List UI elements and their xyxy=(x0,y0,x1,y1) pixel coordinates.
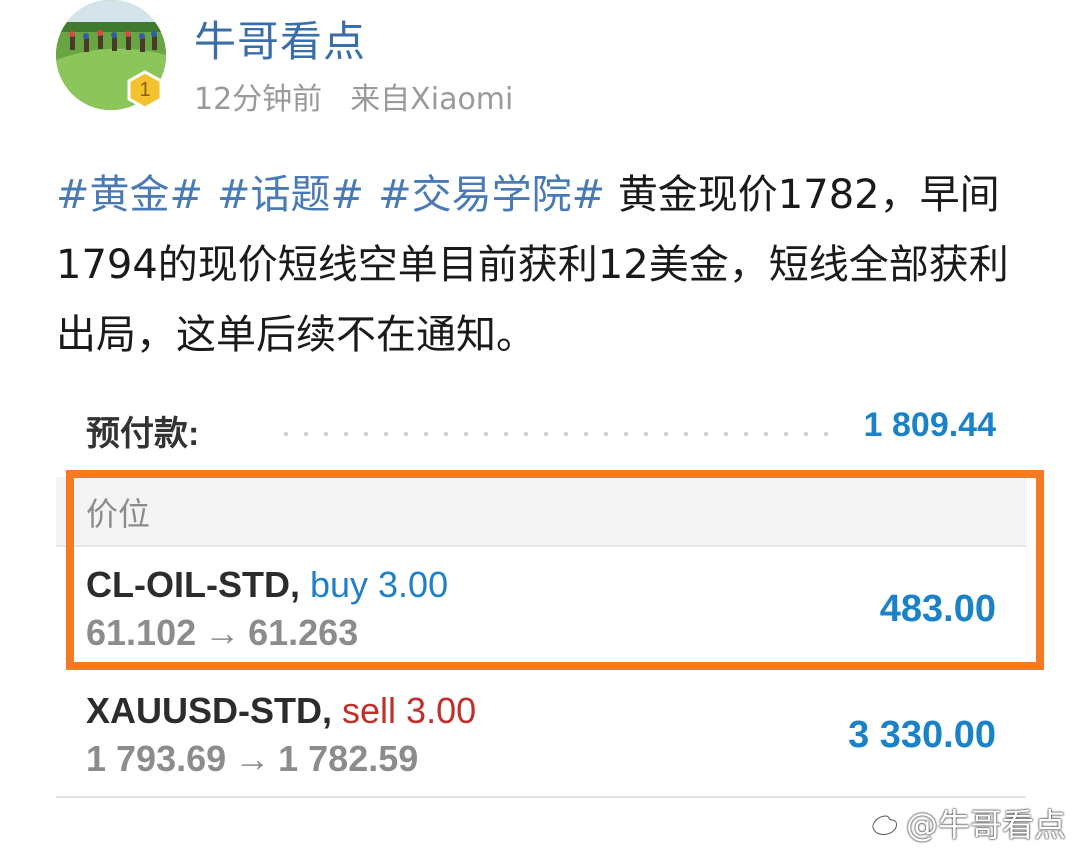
position-symbol: CL-OIL-STD, xyxy=(86,564,300,605)
hashtag-trading-academy[interactable]: #交易学院# xyxy=(378,172,605,218)
level-badge-number: 1 xyxy=(139,78,151,101)
watermark: @牛哥看点 xyxy=(868,800,1066,846)
post-time: 12分钟前 xyxy=(194,82,323,117)
position-profit: 483.00 xyxy=(879,588,996,630)
position-prices: 1 793.69 → 1 782.59 xyxy=(86,738,418,780)
open-price: 61.102 xyxy=(86,612,197,653)
hashtag-gold[interactable]: #黄金# xyxy=(56,172,203,218)
post-meta: 12分钟前 来自Xiaomi xyxy=(194,74,513,118)
weibo-logo-icon xyxy=(871,810,901,836)
position-symbol-line: XAUUSD-STD, sell 3.00 xyxy=(86,690,476,732)
arrow-right-icon: → xyxy=(234,738,271,779)
current-price: 61.263 xyxy=(248,612,359,653)
price-section-header: 价位 xyxy=(56,477,1026,547)
prepay-row: 预付款: 1 809.44 xyxy=(86,400,996,460)
prepay-label: 预付款: xyxy=(86,415,200,453)
position-row-xauusd[interactable]: XAUUSD-STD, sell 3.00 1 793.69 → 1 782.59 … xyxy=(56,674,1026,794)
position-row-oil[interactable]: CL-OIL-STD, buy 3.00 61.102 → 61.263 483.0… xyxy=(56,548,1026,668)
position-profit: 3 330.00 xyxy=(848,714,996,756)
price-section-label: 价位 xyxy=(86,495,151,533)
position-symbol-line: CL-OIL-STD, buy 3.00 xyxy=(86,564,448,606)
divider xyxy=(56,796,1026,798)
username[interactable]: 牛哥看点 xyxy=(194,8,366,69)
post-text: #黄金# #话题# #交易学院# 黄金现价1782，早间1794的现价短线空单目前获… xyxy=(56,160,1036,370)
arrow-right-icon: → xyxy=(204,612,241,653)
open-price: 1 793.69 xyxy=(86,738,227,779)
level-badge-icon: 1 xyxy=(125,70,165,110)
position-prices: 61.102 → 61.263 xyxy=(86,612,358,654)
prepay-value: 1 809.44 xyxy=(863,406,996,444)
position-symbol: XAUUSD-STD, xyxy=(86,690,333,731)
current-price: 1 782.59 xyxy=(278,738,419,779)
post-source: 来自Xiaomi xyxy=(350,82,514,117)
dotted-leader xyxy=(276,432,836,436)
position-side: buy 3.00 xyxy=(309,564,449,605)
position-side: sell 3.00 xyxy=(342,690,477,731)
hashtag-topic[interactable]: #话题# xyxy=(217,172,364,218)
watermark-text: @牛哥看点 xyxy=(905,806,1066,844)
